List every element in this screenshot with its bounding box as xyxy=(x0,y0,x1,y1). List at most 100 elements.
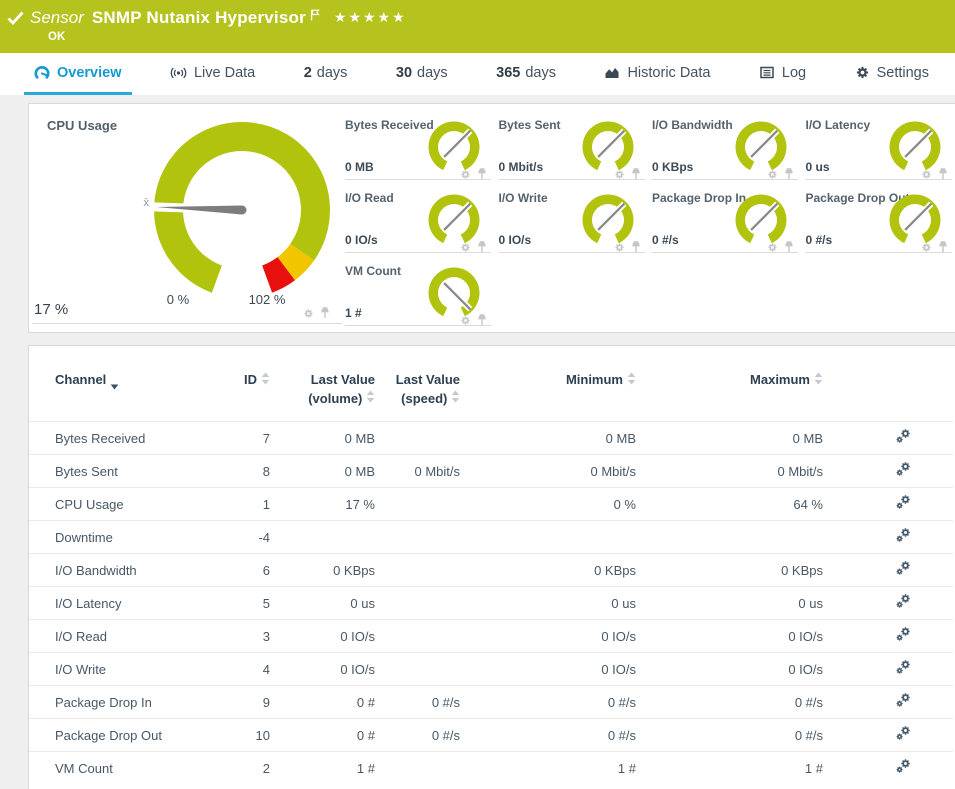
cell-channel: I/O Write xyxy=(29,653,210,686)
cell-gauge-link xyxy=(823,587,953,620)
cell-min: 0 MB xyxy=(460,422,636,455)
cell-last_speed xyxy=(375,521,460,554)
sort-desc-icon[interactable] xyxy=(110,377,119,394)
channel-row[interactable]: Downtime-4 xyxy=(29,521,953,554)
cell-last_volume: 0 MB xyxy=(270,422,375,455)
cell-min: 0 us xyxy=(460,587,636,620)
channel-gauge-icon[interactable] xyxy=(895,593,912,610)
pin-gauge-icon[interactable] xyxy=(938,240,948,258)
channel-row[interactable]: I/O Bandwidth60 KBps0 KBps0 KBps xyxy=(29,554,953,587)
column-header-last_speed[interactable]: Last Value(speed) xyxy=(375,371,460,422)
sort-icon[interactable] xyxy=(261,372,270,389)
flag-icon[interactable] xyxy=(310,9,320,21)
cell-last_volume: 0 # xyxy=(270,686,375,719)
cell-channel: Bytes Sent xyxy=(29,455,210,488)
channel-row[interactable]: Bytes Sent80 MB0 Mbit/s0 Mbit/s0 Mbit/s xyxy=(29,455,953,488)
cell-last_speed xyxy=(375,422,460,455)
tab-30-days[interactable]: 30days xyxy=(386,53,458,95)
pin-gauge-icon[interactable] xyxy=(784,240,794,258)
sort-icon[interactable] xyxy=(627,372,636,389)
tab-settings[interactable]: Settings xyxy=(845,53,939,95)
channel-gauge-icon[interactable] xyxy=(895,494,912,511)
cell-last_speed: 0 #/s xyxy=(375,686,460,719)
gauge-tile-i-o-write: I/O Write0 IO/s xyxy=(499,187,645,253)
channel-row[interactable]: CPU Usage117 %0 %64 % xyxy=(29,488,953,521)
gauge-value: 0 us xyxy=(806,160,830,174)
column-header-channel[interactable]: Channel xyxy=(29,371,210,422)
channel-row[interactable]: I/O Write40 IO/s0 IO/s0 IO/s xyxy=(29,653,953,686)
tab-label: Log xyxy=(782,65,806,81)
column-header-id[interactable]: ID xyxy=(210,371,270,422)
channel-row[interactable]: Bytes Received70 MB0 MB0 MB xyxy=(29,422,953,455)
pin-gauge-icon[interactable] xyxy=(938,167,948,185)
cell-max: 0 IO/s xyxy=(636,653,823,686)
channel-gauge-icon[interactable] xyxy=(895,659,912,676)
channel-gauge-icon[interactable] xyxy=(895,692,912,709)
cell-last_speed: 0 Mbit/s xyxy=(375,455,460,488)
cell-gauge-link xyxy=(823,455,953,488)
column-header-max[interactable]: Maximum xyxy=(636,371,823,422)
channel-row[interactable]: Package Drop In90 #0 #/s0 #/s0 #/s xyxy=(29,686,953,719)
cell-gauge-link xyxy=(823,752,953,785)
gauge-tile-i-o-latency: I/O Latency0 us xyxy=(806,114,952,180)
tab-overview[interactable]: Overview xyxy=(24,53,132,95)
pin-gauge-icon[interactable] xyxy=(784,167,794,185)
pin-gauge-icon[interactable] xyxy=(320,306,330,324)
column-header-min[interactable]: Minimum xyxy=(460,371,636,422)
tab-historic-data[interactable]: Historic Data xyxy=(594,53,720,95)
tab-label: Historic Data xyxy=(627,65,710,81)
sort-icon[interactable] xyxy=(366,390,375,403)
tab-log[interactable]: Log xyxy=(749,53,816,95)
channel-gauge-icon[interactable] xyxy=(895,560,912,577)
channel-row[interactable]: VM Count21 #1 #1 # xyxy=(29,752,953,785)
tab-365-days[interactable]: 365days xyxy=(486,53,566,95)
pin-gauge-icon[interactable] xyxy=(631,167,641,185)
cell-min: 0 IO/s xyxy=(460,620,636,653)
gauge-settings-gear-icon[interactable] xyxy=(767,240,778,258)
gauge-settings-gear-icon[interactable] xyxy=(767,167,778,185)
channel-row[interactable]: I/O Read30 IO/s0 IO/s0 IO/s xyxy=(29,620,953,653)
channel-gauge-icon[interactable] xyxy=(895,527,912,544)
gauge-settings-gear-icon[interactable] xyxy=(614,240,625,258)
cell-min: 1 # xyxy=(460,752,636,785)
column-label: Channel xyxy=(55,371,106,388)
channel-row[interactable]: I/O Latency50 us0 us0 us xyxy=(29,587,953,620)
pin-gauge-icon[interactable] xyxy=(477,313,487,331)
channel-gauge-icon[interactable] xyxy=(895,725,912,742)
pin-gauge-icon[interactable] xyxy=(477,167,487,185)
tab-2-days[interactable]: 2days xyxy=(294,53,358,95)
sort-icon[interactable] xyxy=(814,372,823,389)
column-header-last_volume[interactable]: Last Value(volume) xyxy=(270,371,375,422)
gauge-title: I/O Read xyxy=(345,191,394,205)
cell-gauge-link xyxy=(823,488,953,521)
cell-last_speed: 0 #/s xyxy=(375,719,460,752)
gauge-settings-gear-icon[interactable] xyxy=(303,306,314,324)
gauge-settings-gear-icon[interactable] xyxy=(921,240,932,258)
gauge-settings-gear-icon[interactable] xyxy=(460,167,471,185)
cell-max: 0 #/s xyxy=(636,719,823,752)
channel-gauge-icon[interactable] xyxy=(895,461,912,478)
gauge-settings-gear-icon[interactable] xyxy=(460,313,471,331)
cell-gauge-link xyxy=(823,620,953,653)
tab-live-data[interactable]: Live Data xyxy=(160,53,265,95)
gauge-settings-gear-icon[interactable] xyxy=(614,167,625,185)
channel-gauge-icon[interactable] xyxy=(895,428,912,445)
gauge-settings-gear-icon[interactable] xyxy=(460,240,471,258)
cell-gauge-link xyxy=(823,521,953,554)
gauge-settings-gear-icon[interactable] xyxy=(921,167,932,185)
cpu-usage-gauge-tile: CPU Usage x̄ 0 % 102 % 17 % xyxy=(30,104,342,326)
cell-min: 0 #/s xyxy=(460,719,636,752)
tile-divider xyxy=(32,323,342,324)
priority-stars[interactable]: ★★★★★ xyxy=(334,9,407,26)
channel-row[interactable]: Package Drop Out100 #0 #/s0 #/s0 #/s xyxy=(29,719,953,752)
sort-icon[interactable] xyxy=(451,390,460,403)
pin-gauge-icon[interactable] xyxy=(477,240,487,258)
channel-gauge-icon[interactable] xyxy=(895,626,912,643)
gauge-scale-max: 102 % xyxy=(235,292,299,307)
pin-gauge-icon[interactable] xyxy=(631,240,641,258)
gauge-value: 0 IO/s xyxy=(345,233,378,247)
channel-gauge-icon[interactable] xyxy=(895,758,912,775)
cell-min xyxy=(460,521,636,554)
cell-last_volume: 0 IO/s xyxy=(270,620,375,653)
cell-last_speed xyxy=(375,653,460,686)
